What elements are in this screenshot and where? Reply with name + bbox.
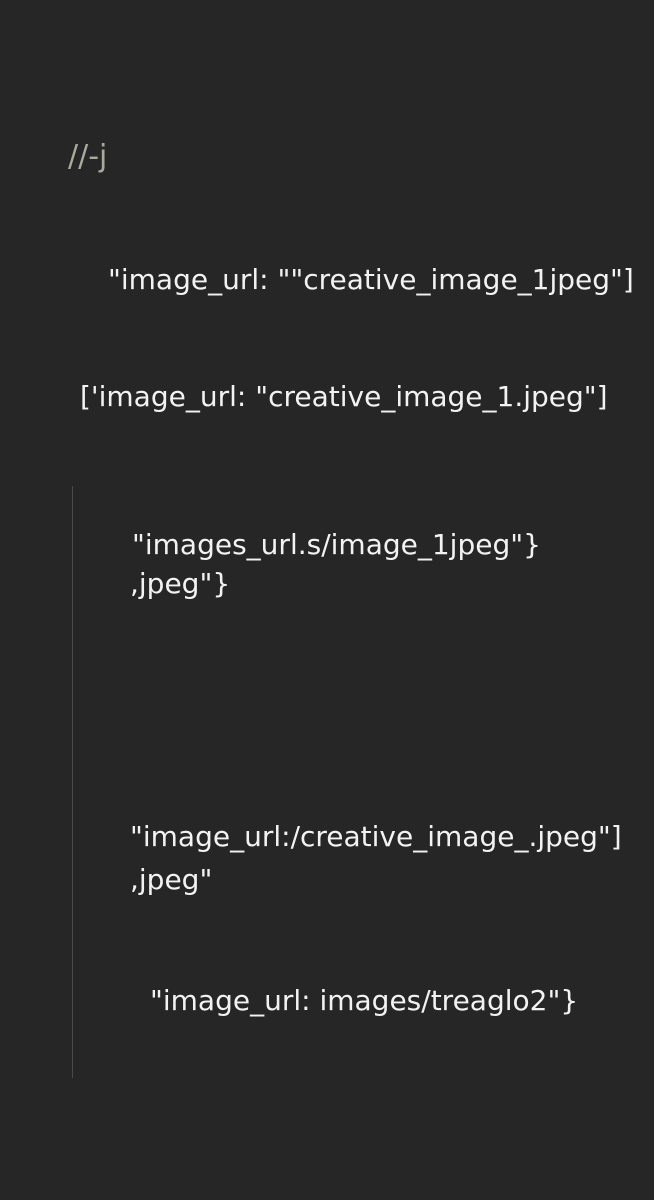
- indent-guide: [72, 486, 73, 1078]
- code-line-3[interactable]: "images_url.s/image_1jpeg"}: [132, 528, 541, 561]
- code-line-1[interactable]: "image_url: ""creative_image_1jpeg"]: [108, 263, 634, 296]
- code-line-5[interactable]: "image_url:/creative_image_.jpeg"]: [130, 820, 622, 853]
- code-line-2[interactable]: ['image_url: "creative_image_1.jpeg"]: [80, 380, 608, 413]
- code-line-6[interactable]: ,jpeg": [130, 863, 212, 896]
- code-line-7[interactable]: "image_url: images/treaglo2"}: [150, 984, 578, 1017]
- code-editor[interactable]: //-j "image_url: ""creative_image_1jpeg"…: [0, 0, 654, 1200]
- code-line-4[interactable]: ,jpeg"}: [130, 567, 230, 600]
- code-line-comment[interactable]: //-j: [68, 139, 107, 175]
